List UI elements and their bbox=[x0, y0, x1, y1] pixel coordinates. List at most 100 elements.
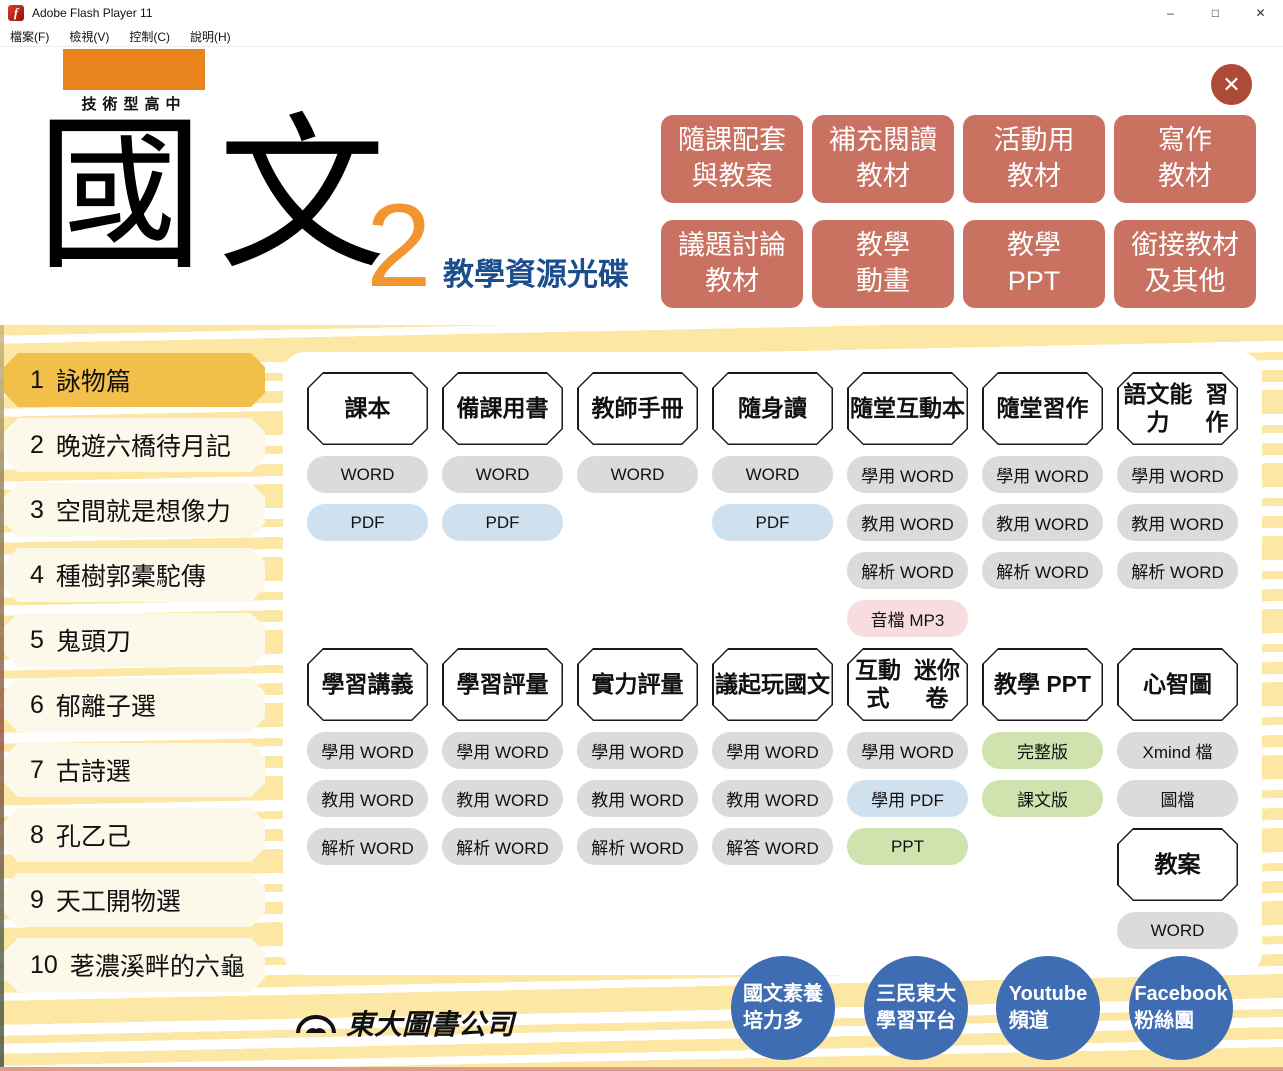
resource-header-button[interactable]: 互動式迷你卷 bbox=[847, 648, 968, 721]
sidebar-item-lesson-4[interactable]: 4種樹郭橐駝傳 bbox=[4, 548, 265, 602]
sidebar-item-lesson-7[interactable]: 7古詩選 bbox=[4, 743, 265, 797]
maximize-button[interactable]: □ bbox=[1193, 0, 1238, 26]
category-button-4[interactable]: 議題討論教材 bbox=[661, 220, 803, 308]
resource-header-button[interactable]: 學習評量 bbox=[442, 648, 563, 721]
group1-column-3: 隨身讀 WORD PDF bbox=[712, 372, 833, 541]
file-button-word[interactable]: 教用 WORD bbox=[982, 504, 1103, 541]
file-button-word[interactable]: 解析 WORD bbox=[1117, 552, 1238, 589]
file-button-word[interactable]: 教用 WORD bbox=[712, 780, 833, 817]
resource-grid-top: 課本 WORD PDF 備課用書 WORD PDF 教師手冊 WORD 隨身讀 WORD PDF 隨堂… bbox=[307, 372, 1238, 637]
resource-header-button[interactable]: 備課用書 bbox=[442, 372, 563, 445]
file-button-word[interactable]: 學用 WORD bbox=[847, 456, 968, 493]
category-button-5[interactable]: 教學動畫 bbox=[812, 220, 954, 308]
category-button-6[interactable]: 教學PPT bbox=[963, 220, 1105, 308]
label-line: 學習平台 bbox=[876, 1010, 956, 1032]
file-button-word[interactable]: 學用 WORD bbox=[712, 732, 833, 769]
file-button-word[interactable]: 解析 WORD bbox=[442, 828, 563, 865]
label-line: 隨堂 bbox=[850, 395, 896, 423]
close-window-button[interactable]: ✕ bbox=[1238, 0, 1283, 26]
resource-header-button[interactable]: 隨堂習作 bbox=[982, 372, 1103, 445]
category-button-1[interactable]: 補充閱讀教材 bbox=[812, 115, 954, 203]
lesson-number: 1 bbox=[30, 366, 44, 395]
file-button-word[interactable]: 解析 WORD bbox=[847, 552, 968, 589]
file-button-word[interactable]: 學用 WORD bbox=[982, 456, 1103, 493]
sidebar-item-lesson-5[interactable]: 5鬼頭刀 bbox=[4, 613, 265, 667]
file-button-pdf[interactable]: 學用 PDF bbox=[847, 780, 968, 817]
file-button-pdf[interactable]: PDF bbox=[712, 504, 833, 541]
lesson-number: 3 bbox=[30, 496, 44, 525]
file-button-word[interactable]: 學用 WORD bbox=[307, 732, 428, 769]
file-button-green[interactable]: 課文版 bbox=[982, 780, 1103, 817]
link-youtube-channel[interactable]: Youtube頻道 bbox=[996, 956, 1100, 1060]
file-button-word[interactable]: Xmind 檔 bbox=[1117, 732, 1238, 769]
resource-header-button[interactable]: 學習講義 bbox=[307, 648, 428, 721]
resource-header-button[interactable]: 議起玩國文 bbox=[712, 648, 833, 721]
file-button-green[interactable]: PPT bbox=[847, 828, 968, 865]
menu-item-0[interactable]: 檔案(F) bbox=[10, 28, 49, 45]
sidebar-item-lesson-10[interactable]: 10荖濃溪畔的六龜 bbox=[4, 938, 265, 992]
resource-grid-bottom: 學習講義學用 WORD教用 WORD解析 WORD學習評量學用 WORD教用 W… bbox=[307, 648, 1238, 949]
resource-header-button[interactable]: 課本 bbox=[307, 372, 428, 445]
file-button-word[interactable]: WORD bbox=[577, 456, 698, 493]
file-button-word[interactable]: 學用 WORD bbox=[442, 732, 563, 769]
category-button-3[interactable]: 寫作教材 bbox=[1114, 115, 1256, 203]
resource-header-button[interactable]: 心智圖 bbox=[1117, 648, 1238, 721]
file-button-word[interactable]: 解析 WORD bbox=[982, 552, 1103, 589]
category-button-0[interactable]: 隨課配套與教案 bbox=[661, 115, 803, 203]
lesson-title: 空間就是想像力 bbox=[56, 492, 231, 528]
sidebar-item-lesson-6[interactable]: 6郁離子選 bbox=[4, 678, 265, 732]
file-button-green[interactable]: 完整版 bbox=[982, 732, 1103, 769]
sidebar-item-lesson-9[interactable]: 9天工開物選 bbox=[4, 873, 265, 927]
file-button-word[interactable]: WORD bbox=[307, 456, 428, 493]
file-button-word[interactable]: 圖檔 bbox=[1117, 780, 1238, 817]
sidebar-item-lesson-1[interactable]: 1詠物篇 bbox=[4, 353, 265, 407]
file-button-word[interactable]: 教用 WORD bbox=[442, 780, 563, 817]
file-button-word[interactable]: 教用 WORD bbox=[1117, 504, 1238, 541]
menu-item-1[interactable]: 檢視(V) bbox=[69, 28, 109, 45]
file-button-word[interactable]: 解答 WORD bbox=[712, 828, 833, 865]
resource-header-label: 教案 bbox=[1119, 830, 1237, 900]
menu-item-3[interactable]: 說明(H) bbox=[190, 28, 231, 45]
resource-header-button[interactable]: 隨身讀 bbox=[712, 372, 833, 445]
label-line: 心智圖 bbox=[1143, 671, 1212, 699]
file-button-word[interactable]: WORD bbox=[1117, 912, 1238, 949]
file-button-word[interactable]: 解析 WORD bbox=[577, 828, 698, 865]
link-sanmin-platform[interactable]: 三民東大學習平台 bbox=[864, 956, 968, 1060]
resource-header-button[interactable]: 教師手冊 bbox=[577, 372, 698, 445]
file-button-word[interactable]: 解析 WORD bbox=[307, 828, 428, 865]
resource-header-button[interactable]: 隨堂互動本 bbox=[847, 372, 968, 445]
file-button-word[interactable]: 學用 WORD bbox=[577, 732, 698, 769]
file-button-word[interactable]: 學用 WORD bbox=[847, 732, 968, 769]
category-button-label: 隨課配套與教案 bbox=[678, 123, 786, 194]
resource-header-button[interactable]: 教案 bbox=[1117, 828, 1238, 901]
file-button-mp3[interactable]: 音檔 MP3 bbox=[847, 600, 968, 637]
circle-link-label: Youtube頻道 bbox=[1009, 981, 1088, 1035]
resource-header-button[interactable]: 語文能力習作 bbox=[1117, 372, 1238, 445]
app-close-button[interactable]: ✕ bbox=[1211, 64, 1252, 105]
file-button-word[interactable]: 教用 WORD bbox=[577, 780, 698, 817]
link-facebook-page[interactable]: Facebook粉絲團 bbox=[1129, 956, 1233, 1060]
menu-item-2[interactable]: 控制(C) bbox=[129, 28, 170, 45]
file-button-pdf[interactable]: PDF bbox=[442, 504, 563, 541]
file-button-word[interactable]: WORD bbox=[442, 456, 563, 493]
sidebar-item-lesson-3[interactable]: 3 空間就是想像力 bbox=[4, 483, 265, 537]
label-line: 隨堂習作 bbox=[997, 395, 1089, 423]
category-button-7[interactable]: 銜接教材及其他 bbox=[1114, 220, 1256, 308]
label-line: 國文素養 bbox=[743, 983, 823, 1005]
circle-link-label: 三民東大學習平台 bbox=[876, 981, 956, 1035]
minimize-button[interactable]: – bbox=[1148, 0, 1193, 26]
sidebar-item-lesson-8[interactable]: 8孔乙己 bbox=[4, 808, 265, 862]
file-button-word[interactable]: 學用 WORD bbox=[1117, 456, 1238, 493]
file-button-word[interactable]: WORD bbox=[712, 456, 833, 493]
label-line: 培力多 bbox=[743, 1010, 803, 1032]
label-line: 寫作 bbox=[1158, 125, 1212, 155]
link-literacy-platform[interactable]: 國文素養培力多 bbox=[731, 956, 835, 1060]
sidebar-item-lesson-2[interactable]: 2晚遊六橋待月記 bbox=[4, 418, 265, 472]
label-line: 國文 bbox=[784, 671, 830, 699]
file-button-word[interactable]: 教用 WORD bbox=[307, 780, 428, 817]
resource-header-button[interactable]: 實力評量 bbox=[577, 648, 698, 721]
resource-header-button[interactable]: 教學 PPT bbox=[982, 648, 1103, 721]
category-button-2[interactable]: 活動用教材 bbox=[963, 115, 1105, 203]
file-button-pdf[interactable]: PDF bbox=[307, 504, 428, 541]
file-button-word[interactable]: 教用 WORD bbox=[847, 504, 968, 541]
